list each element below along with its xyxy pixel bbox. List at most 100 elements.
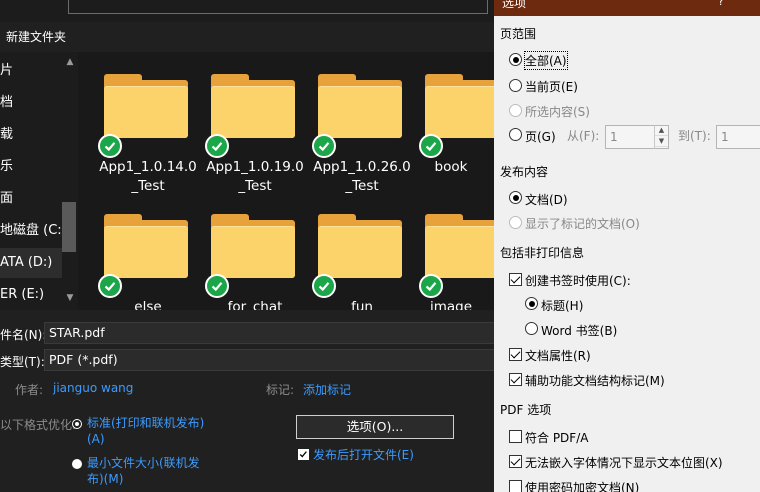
nonprint-heading: 包括非打印信息	[500, 246, 585, 260]
publish-document-label[interactable]: 文档(D)	[525, 191, 568, 208]
pdfa-label[interactable]: 符合 PDF/A	[525, 429, 588, 446]
optimize-label: 以下格式优化:	[0, 418, 77, 432]
address-bar[interactable]	[68, 0, 488, 14]
open-after-publish-label[interactable]: 发布后打开文件(E)	[313, 446, 414, 463]
file-name: fun	[351, 299, 373, 310]
structure-tags-checkbox[interactable]	[509, 373, 522, 386]
folder-icon	[104, 74, 190, 140]
file-item[interactable]: book	[411, 52, 494, 182]
folder-icon	[211, 214, 297, 280]
sync-check-icon	[419, 274, 443, 298]
file-name: App1_1.0.19.0 _Test	[206, 159, 304, 194]
optimize-minimum-radio[interactable]	[72, 459, 82, 469]
nav-item-pictures[interactable]: 片	[0, 56, 62, 86]
file-item[interactable]: else	[90, 192, 190, 310]
bookmark-word-label[interactable]: Word 书签(B)	[541, 322, 617, 339]
file-item[interactable]: App1_1.0.19.0 _Test	[197, 52, 304, 194]
document-properties-checkbox[interactable]	[509, 348, 522, 361]
file-item[interactable]: fun	[304, 192, 404, 310]
options-titlebar: 选项 ?	[494, 0, 760, 16]
range-current-radio[interactable]	[509, 79, 522, 92]
folder-icon	[104, 214, 190, 280]
bitmap-text-checkbox[interactable]	[509, 455, 522, 468]
range-selection-label[interactable]: 所选内容(S)	[525, 103, 590, 120]
document-properties-label[interactable]: 文档属性(R)	[525, 347, 591, 364]
file-item[interactable]: for_chat	[197, 192, 297, 310]
scrollbar-thumb[interactable]	[62, 202, 76, 252]
to-spinner[interactable]: 1	[716, 125, 760, 149]
range-all-radio[interactable]	[509, 53, 522, 66]
navigation-pane: 片 档 载 乐 面 地磁盘 (C:) ATA (D:) ER (E:) ▲ ▼	[0, 52, 78, 310]
range-pages-label[interactable]: 页(G)	[525, 128, 556, 145]
spin-down-icon[interactable]: ▼	[655, 136, 668, 147]
filename-input[interactable]: STAR.pdf	[44, 322, 494, 344]
encrypt-checkbox[interactable]	[509, 480, 522, 492]
nav-item-drive-c[interactable]: 地磁盘 (C:)	[0, 216, 62, 246]
nav-item-documents[interactable]: 档	[0, 88, 62, 118]
publish-markup-radio[interactable]	[509, 216, 522, 229]
range-current-label[interactable]: 当前页(E)	[525, 78, 578, 95]
filetype-label: 类型(T):	[0, 355, 45, 369]
create-bookmarks-label[interactable]: 创建书签时使用(C):	[525, 272, 631, 289]
range-all-label[interactable]: 全部(A)	[524, 51, 568, 70]
options-button[interactable]: 选项(O)...	[296, 415, 454, 439]
toolbar: 新建文件夹	[0, 22, 494, 52]
publish-document-radio[interactable]	[509, 191, 522, 204]
range-selection-radio[interactable]	[509, 104, 522, 117]
help-icon[interactable]: ?	[718, 0, 724, 8]
file-item[interactable]: App1_1.0.14.0 _Test	[90, 52, 197, 194]
sync-check-icon	[312, 134, 336, 158]
folder-icon	[211, 74, 297, 140]
sync-check-icon	[205, 134, 229, 158]
folder-icon	[425, 214, 494, 280]
publish-markup-label[interactable]: 显示了标记的文档(O)	[525, 215, 640, 232]
file-item[interactable]: App1_1.0.26.0 _Test	[304, 52, 411, 194]
sync-check-icon	[98, 274, 122, 298]
file-name: App1_1.0.14.0 _Test	[99, 159, 197, 194]
author-label: 作者:	[15, 383, 44, 397]
scroll-up-icon[interactable]: ▲	[65, 57, 75, 67]
bitmap-text-label[interactable]: 无法嵌入字体情况下显示文本位图(X)	[525, 454, 723, 471]
bookmark-headings-radio[interactable]	[525, 297, 538, 310]
file-name: book	[434, 159, 468, 175]
bookmark-headings-label[interactable]: 标题(H)	[541, 297, 583, 314]
new-folder-button[interactable]: 新建文件夹	[6, 28, 66, 45]
options-dialog: 选项 ? 页范围 全部(A) 当前页(E) 所选内容(S) 页(G) 从(F):…	[494, 0, 760, 492]
scroll-down-icon[interactable]: ▼	[65, 293, 75, 303]
folder-icon	[318, 74, 404, 140]
structure-tags-label[interactable]: 辅助功能文档结构标记(M)	[525, 372, 665, 389]
pdfa-checkbox[interactable]	[509, 430, 522, 443]
from-spin-buttons[interactable]: ▲ ▼	[654, 125, 668, 149]
file-name: else	[134, 299, 162, 310]
nav-item-drive-e[interactable]: ER (E:)	[0, 280, 62, 310]
from-label: 从(F):	[567, 129, 600, 143]
sync-check-icon	[205, 274, 229, 298]
optimize-standard-label[interactable]: 标准(打印和联机发布) (A)	[87, 415, 204, 447]
author-value[interactable]: jianguo wang	[53, 381, 133, 395]
nav-item-desktop[interactable]: 面	[0, 184, 62, 214]
bookmark-word-radio[interactable]	[525, 322, 538, 335]
sync-check-icon	[98, 134, 122, 158]
nav-item-music[interactable]: 乐	[0, 152, 62, 182]
save-dialog: 新建文件夹 片 档 载 乐 面 地磁盘 (C:) ATA (D:) ER (E:…	[0, 0, 494, 492]
add-tags-link[interactable]: 添加标记	[303, 381, 351, 398]
folder-icon	[318, 214, 404, 280]
spin-up-icon[interactable]: ▲	[655, 125, 668, 136]
file-list: App1_1.0.14.0 _Test App1_1.0.19.0 _Test Ap…	[78, 52, 494, 310]
filename-label: 件名(N):	[0, 328, 47, 342]
nav-item-downloads[interactable]: 载	[0, 120, 62, 150]
nav-scrollbar[interactable]: ▲ ▼	[62, 52, 78, 310]
file-name: image	[429, 299, 473, 310]
page-range-heading: 页范围	[500, 27, 537, 41]
create-bookmarks-checkbox[interactable]	[509, 273, 522, 286]
save-options-area: 件名(N): STAR.pdf 类型(T): PDF (*.pdf) 作者: j…	[0, 310, 494, 492]
optimize-minimum-label[interactable]: 最小文件大小(联机发 布)(M)	[87, 455, 200, 487]
filetype-select[interactable]: PDF (*.pdf)	[44, 349, 494, 371]
open-after-publish-checkbox[interactable]	[298, 449, 309, 460]
range-pages-radio[interactable]	[509, 128, 522, 141]
optimize-standard-radio[interactable]	[72, 419, 82, 429]
file-item[interactable]: image	[411, 192, 494, 310]
encrypt-label[interactable]: 使用密码加密文档(N)	[525, 479, 639, 492]
folder-icon	[425, 74, 494, 140]
nav-item-drive-d[interactable]: ATA (D:)	[0, 248, 62, 278]
